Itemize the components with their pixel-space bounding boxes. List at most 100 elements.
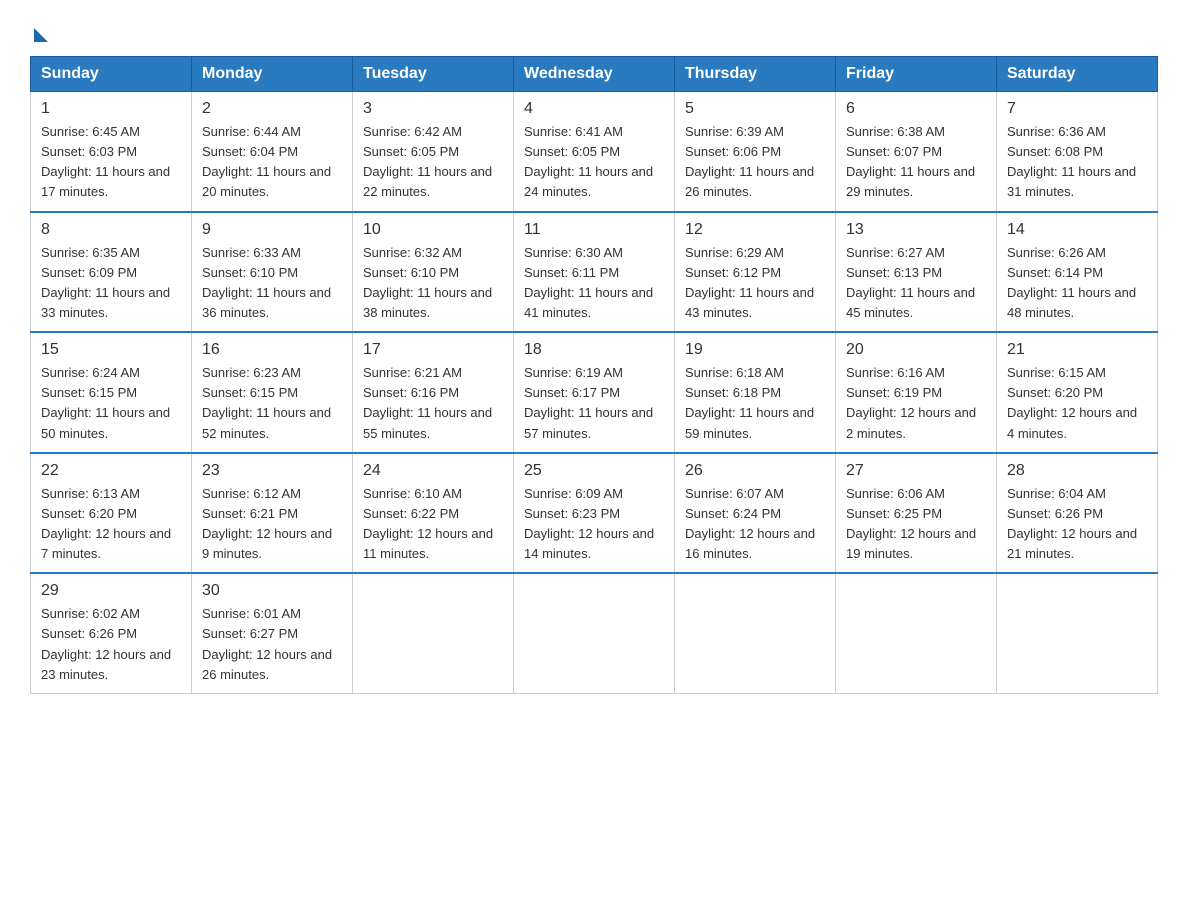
day-info: Sunrise: 6:26 AMSunset: 6:14 PMDaylight:… [1007, 243, 1147, 324]
calendar-cell: 8 Sunrise: 6:35 AMSunset: 6:09 PMDayligh… [31, 212, 192, 333]
day-info: Sunrise: 6:02 AMSunset: 6:26 PMDaylight:… [41, 604, 181, 685]
calendar-cell: 3 Sunrise: 6:42 AMSunset: 6:05 PMDayligh… [353, 92, 514, 212]
day-number: 27 [846, 462, 986, 480]
calendar-week-row: 22 Sunrise: 6:13 AMSunset: 6:20 PMDaylig… [31, 453, 1158, 574]
day-number: 24 [363, 462, 503, 480]
day-number: 16 [202, 341, 342, 359]
calendar-cell: 28 Sunrise: 6:04 AMSunset: 6:26 PMDaylig… [997, 453, 1158, 574]
day-info: Sunrise: 6:10 AMSunset: 6:22 PMDaylight:… [363, 484, 503, 565]
calendar-cell: 9 Sunrise: 6:33 AMSunset: 6:10 PMDayligh… [192, 212, 353, 333]
day-number: 7 [1007, 100, 1147, 118]
day-number: 28 [1007, 462, 1147, 480]
calendar-cell [997, 573, 1158, 693]
day-info: Sunrise: 6:39 AMSunset: 6:06 PMDaylight:… [685, 122, 825, 203]
day-info: Sunrise: 6:27 AMSunset: 6:13 PMDaylight:… [846, 243, 986, 324]
day-number: 18 [524, 341, 664, 359]
day-number: 6 [846, 100, 986, 118]
calendar-cell: 2 Sunrise: 6:44 AMSunset: 6:04 PMDayligh… [192, 92, 353, 212]
calendar-cell: 5 Sunrise: 6:39 AMSunset: 6:06 PMDayligh… [675, 92, 836, 212]
header [30, 24, 1158, 38]
day-info: Sunrise: 6:04 AMSunset: 6:26 PMDaylight:… [1007, 484, 1147, 565]
day-number: 17 [363, 341, 503, 359]
calendar-cell [675, 573, 836, 693]
weekday-header-wednesday: Wednesday [514, 57, 675, 92]
calendar-week-row: 29 Sunrise: 6:02 AMSunset: 6:26 PMDaylig… [31, 573, 1158, 693]
day-info: Sunrise: 6:12 AMSunset: 6:21 PMDaylight:… [202, 484, 342, 565]
day-info: Sunrise: 6:33 AMSunset: 6:10 PMDaylight:… [202, 243, 342, 324]
day-number: 9 [202, 221, 342, 239]
calendar-cell: 20 Sunrise: 6:16 AMSunset: 6:19 PMDaylig… [836, 332, 997, 453]
day-number: 30 [202, 582, 342, 600]
day-number: 25 [524, 462, 664, 480]
calendar-cell: 13 Sunrise: 6:27 AMSunset: 6:13 PMDaylig… [836, 212, 997, 333]
day-number: 21 [1007, 341, 1147, 359]
weekday-header-tuesday: Tuesday [353, 57, 514, 92]
day-number: 13 [846, 221, 986, 239]
calendar-cell: 23 Sunrise: 6:12 AMSunset: 6:21 PMDaylig… [192, 453, 353, 574]
calendar-cell [836, 573, 997, 693]
calendar-cell: 30 Sunrise: 6:01 AMSunset: 6:27 PMDaylig… [192, 573, 353, 693]
day-number: 11 [524, 221, 664, 239]
calendar-cell: 18 Sunrise: 6:19 AMSunset: 6:17 PMDaylig… [514, 332, 675, 453]
day-info: Sunrise: 6:44 AMSunset: 6:04 PMDaylight:… [202, 122, 342, 203]
weekday-header-thursday: Thursday [675, 57, 836, 92]
calendar-table: SundayMondayTuesdayWednesdayThursdayFrid… [30, 56, 1158, 694]
day-number: 22 [41, 462, 181, 480]
day-info: Sunrise: 6:01 AMSunset: 6:27 PMDaylight:… [202, 604, 342, 685]
day-info: Sunrise: 6:24 AMSunset: 6:15 PMDaylight:… [41, 363, 181, 444]
weekday-header-monday: Monday [192, 57, 353, 92]
day-number: 8 [41, 221, 181, 239]
calendar-week-row: 1 Sunrise: 6:45 AMSunset: 6:03 PMDayligh… [31, 92, 1158, 212]
day-number: 15 [41, 341, 181, 359]
day-info: Sunrise: 6:07 AMSunset: 6:24 PMDaylight:… [685, 484, 825, 565]
day-number: 29 [41, 582, 181, 600]
calendar-cell: 25 Sunrise: 6:09 AMSunset: 6:23 PMDaylig… [514, 453, 675, 574]
calendar-cell: 27 Sunrise: 6:06 AMSunset: 6:25 PMDaylig… [836, 453, 997, 574]
day-number: 2 [202, 100, 342, 118]
calendar-cell [353, 573, 514, 693]
day-info: Sunrise: 6:42 AMSunset: 6:05 PMDaylight:… [363, 122, 503, 203]
day-number: 3 [363, 100, 503, 118]
day-info: Sunrise: 6:30 AMSunset: 6:11 PMDaylight:… [524, 243, 664, 324]
calendar-cell [514, 573, 675, 693]
calendar-cell: 21 Sunrise: 6:15 AMSunset: 6:20 PMDaylig… [997, 332, 1158, 453]
day-info: Sunrise: 6:38 AMSunset: 6:07 PMDaylight:… [846, 122, 986, 203]
calendar-cell: 22 Sunrise: 6:13 AMSunset: 6:20 PMDaylig… [31, 453, 192, 574]
day-info: Sunrise: 6:13 AMSunset: 6:20 PMDaylight:… [41, 484, 181, 565]
calendar-cell: 24 Sunrise: 6:10 AMSunset: 6:22 PMDaylig… [353, 453, 514, 574]
calendar-cell: 17 Sunrise: 6:21 AMSunset: 6:16 PMDaylig… [353, 332, 514, 453]
day-info: Sunrise: 6:36 AMSunset: 6:08 PMDaylight:… [1007, 122, 1147, 203]
day-number: 14 [1007, 221, 1147, 239]
logo-triangle-icon [34, 28, 48, 42]
day-info: Sunrise: 6:21 AMSunset: 6:16 PMDaylight:… [363, 363, 503, 444]
day-info: Sunrise: 6:29 AMSunset: 6:12 PMDaylight:… [685, 243, 825, 324]
calendar-cell: 4 Sunrise: 6:41 AMSunset: 6:05 PMDayligh… [514, 92, 675, 212]
calendar-week-row: 15 Sunrise: 6:24 AMSunset: 6:15 PMDaylig… [31, 332, 1158, 453]
day-info: Sunrise: 6:16 AMSunset: 6:19 PMDaylight:… [846, 363, 986, 444]
calendar-cell: 14 Sunrise: 6:26 AMSunset: 6:14 PMDaylig… [997, 212, 1158, 333]
calendar-cell: 26 Sunrise: 6:07 AMSunset: 6:24 PMDaylig… [675, 453, 836, 574]
calendar-cell: 12 Sunrise: 6:29 AMSunset: 6:12 PMDaylig… [675, 212, 836, 333]
weekday-header-row: SundayMondayTuesdayWednesdayThursdayFrid… [31, 57, 1158, 92]
calendar-cell: 1 Sunrise: 6:45 AMSunset: 6:03 PMDayligh… [31, 92, 192, 212]
day-info: Sunrise: 6:09 AMSunset: 6:23 PMDaylight:… [524, 484, 664, 565]
day-info: Sunrise: 6:18 AMSunset: 6:18 PMDaylight:… [685, 363, 825, 444]
day-number: 20 [846, 341, 986, 359]
day-number: 26 [685, 462, 825, 480]
day-number: 1 [41, 100, 181, 118]
day-info: Sunrise: 6:41 AMSunset: 6:05 PMDaylight:… [524, 122, 664, 203]
calendar-cell: 7 Sunrise: 6:36 AMSunset: 6:08 PMDayligh… [997, 92, 1158, 212]
calendar-week-row: 8 Sunrise: 6:35 AMSunset: 6:09 PMDayligh… [31, 212, 1158, 333]
calendar-cell: 15 Sunrise: 6:24 AMSunset: 6:15 PMDaylig… [31, 332, 192, 453]
logo [30, 24, 48, 38]
calendar-cell: 19 Sunrise: 6:18 AMSunset: 6:18 PMDaylig… [675, 332, 836, 453]
day-info: Sunrise: 6:06 AMSunset: 6:25 PMDaylight:… [846, 484, 986, 565]
day-info: Sunrise: 6:35 AMSunset: 6:09 PMDaylight:… [41, 243, 181, 324]
day-number: 19 [685, 341, 825, 359]
day-number: 4 [524, 100, 664, 118]
calendar-cell: 10 Sunrise: 6:32 AMSunset: 6:10 PMDaylig… [353, 212, 514, 333]
calendar-cell: 11 Sunrise: 6:30 AMSunset: 6:11 PMDaylig… [514, 212, 675, 333]
day-number: 10 [363, 221, 503, 239]
calendar-cell: 6 Sunrise: 6:38 AMSunset: 6:07 PMDayligh… [836, 92, 997, 212]
day-number: 5 [685, 100, 825, 118]
